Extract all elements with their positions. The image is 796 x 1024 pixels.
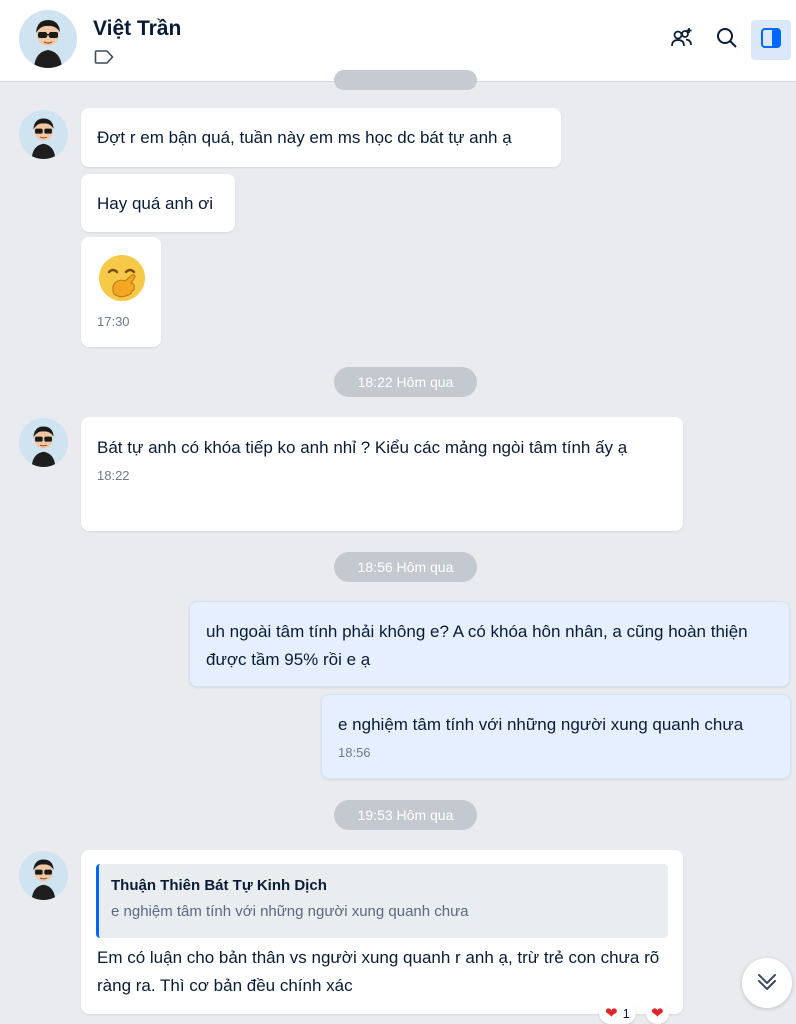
message-time: 17:30 (97, 314, 130, 329)
message-text: uh ngoài tâm tính phải không e? A có khó… (206, 622, 748, 669)
search-icon (715, 26, 739, 55)
heart-icon: ❤ (605, 1005, 618, 1022)
message-bubble[interactable]: 17:30 (81, 237, 161, 347)
quote-author: Thuận Thiên Bát Tự Kinh Dịch (111, 877, 327, 894)
add-member-button[interactable] (662, 20, 702, 60)
message-text: Hay quá anh ơi (97, 194, 214, 213)
hand-over-mouth-emoji (97, 253, 147, 303)
message-bubble[interactable]: Đợt r em bận quá, tuần này em ms học dc … (81, 108, 561, 167)
add-user-icon (670, 26, 694, 55)
conversation-info-toggle[interactable] (751, 20, 791, 60)
double-chevron-down-icon (754, 968, 780, 999)
tag-icon[interactable] (94, 50, 114, 64)
message-bubble-outgoing[interactable]: uh ngoài tâm tính phải không e? A có khó… (189, 601, 790, 687)
reaction-summary[interactable]: ❤ 1 (599, 1002, 636, 1024)
react-button[interactable]: ❤ (646, 1002, 669, 1024)
message-bubble-outgoing[interactable]: e nghiệm tâm tính với những người xung q… (321, 694, 791, 779)
message-text: Đợt r em bận quá, tuần này em ms học dc … (97, 128, 512, 147)
search-button[interactable] (707, 20, 747, 60)
time-separator: 18:56 Hôm qua (334, 552, 477, 582)
time-separator (334, 70, 477, 90)
sender-avatar[interactable] (19, 418, 68, 467)
message-text: Bát tự anh có khóa tiếp ko anh nhỉ ? Kiể… (97, 438, 628, 457)
contact-name[interactable]: Việt Trần (93, 17, 181, 41)
message-text: Em có luận cho bản thân vs người xung qu… (97, 948, 660, 995)
quoted-message[interactable]: Thuận Thiên Bát Tự Kinh Dịch e nghiệm tâ… (96, 864, 668, 938)
time-separator: 19:53 Hôm qua (334, 800, 477, 830)
message-time: 18:22 (97, 468, 130, 483)
message-time: 18:56 (338, 745, 371, 760)
scroll-to-bottom-button[interactable] (742, 958, 792, 1008)
message-bubble[interactable]: Hay quá anh ơi (81, 174, 235, 232)
contact-avatar[interactable] (19, 10, 77, 68)
reaction-count: 1 (622, 1005, 630, 1021)
message-bubble[interactable]: Bát tự anh có khóa tiếp ko anh nhỉ ? Kiể… (81, 417, 683, 531)
message-text: e nghiệm tâm tính với những người xung q… (338, 715, 744, 734)
sender-avatar[interactable] (19, 851, 68, 900)
heart-icon: ❤ (651, 1005, 664, 1022)
sender-avatar[interactable] (19, 110, 68, 159)
sidebar-toggle-icon (759, 26, 783, 55)
time-separator: 18:22 Hôm qua (334, 367, 477, 397)
quote-text: e nghiệm tâm tính với những người xung q… (111, 903, 469, 920)
